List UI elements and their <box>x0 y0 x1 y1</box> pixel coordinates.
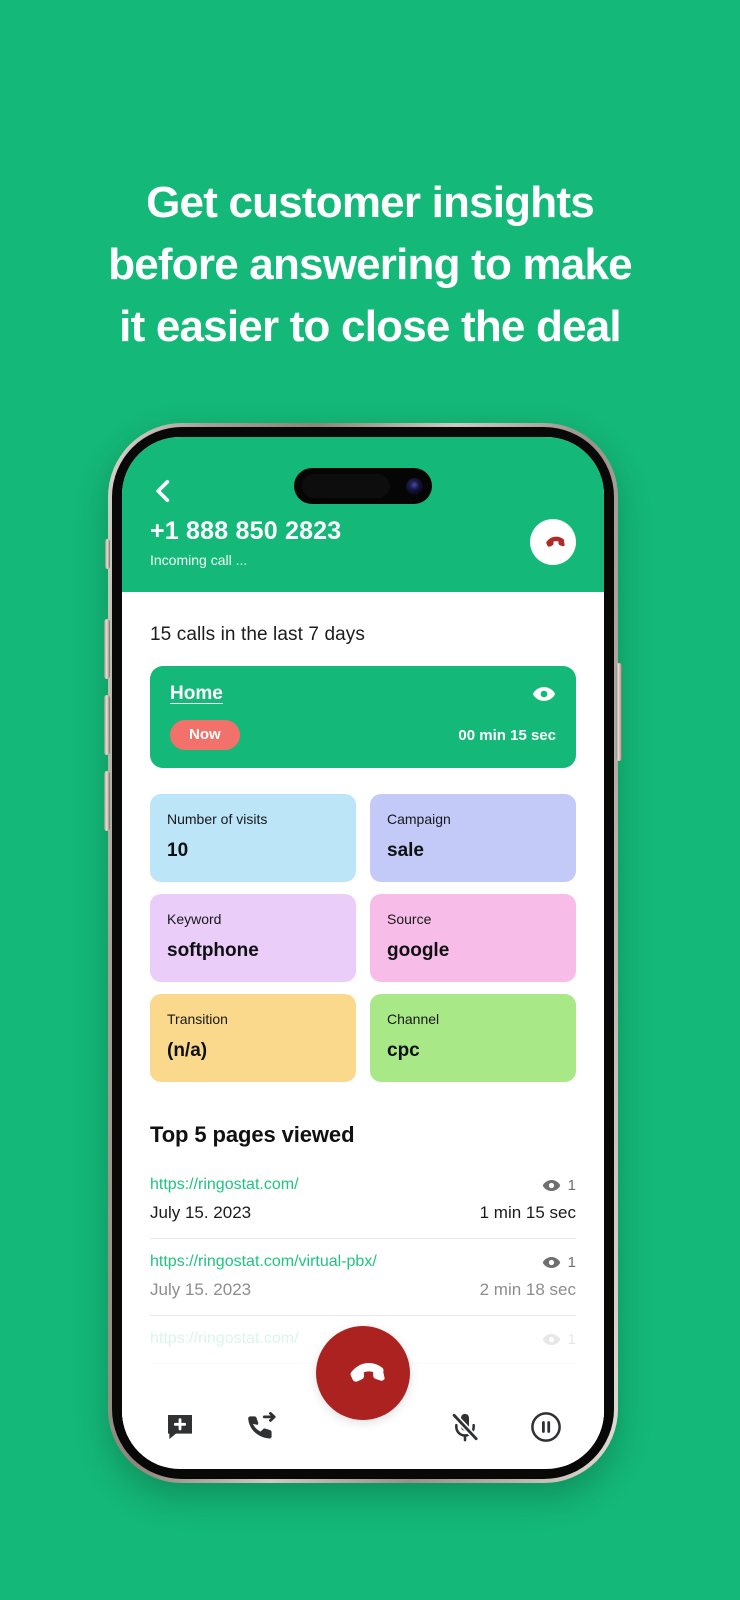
tile-value: softphone <box>167 940 259 961</box>
page-row[interactable]: https://ringostat.com/ 1 July 15. 2023 1… <box>150 1162 576 1239</box>
hangup-button-header[interactable] <box>530 519 576 565</box>
page-date: July 15. 2023 <box>150 1280 252 1299</box>
tile-label: Transition <box>167 1011 228 1027</box>
current-session-card[interactable]: Home Now 00 min 15 sec <box>150 666 576 768</box>
page-views: 1 <box>542 1331 576 1348</box>
phone-mockup: +1 888 850 2823 Incoming call ... 15 cal… <box>104 423 622 1483</box>
tile-label: Number of visits <box>167 811 268 827</box>
page-views-count: 1 <box>567 1176 576 1194</box>
status-badge-now: Now <box>170 720 240 750</box>
tile-label: Source <box>387 911 432 927</box>
page-date: July 15. 2023 <box>150 1203 252 1222</box>
page-url-link[interactable]: https://ringostat.com/ <box>150 1330 299 1348</box>
page-row-meta-line: July 15. 2023 2 min 18 sec <box>150 1271 576 1300</box>
session-duration: 00 min 15 sec <box>458 726 556 744</box>
tile-value: sale <box>387 840 424 861</box>
page-url-link[interactable]: https://ringostat.com/virtual-pbx/ <box>150 1253 377 1271</box>
tile-campaign: Campaign sale <box>370 794 576 882</box>
page-views-count: 1 <box>567 1253 576 1271</box>
pause-circle-icon <box>530 1412 561 1442</box>
add-note-button[interactable] <box>154 1401 206 1453</box>
page-row-meta-line: July 15. 2023 1 min 15 sec <box>150 1194 576 1223</box>
call-transfer-icon <box>248 1412 276 1439</box>
chevron-left-icon[interactable] <box>150 478 176 504</box>
call-details-body: 15 calls in the last 7 days Home Now 00 … <box>122 592 604 1466</box>
call-screen-header: +1 888 850 2823 Incoming call ... <box>122 437 604 592</box>
phone-screen: +1 888 850 2823 Incoming call ... 15 cal… <box>122 437 604 1469</box>
page-views: 1 <box>542 1254 576 1271</box>
microphone-muted-icon <box>449 1411 480 1443</box>
headline-line-1: Get customer insights <box>146 178 595 227</box>
tile-label: Channel <box>387 1011 440 1027</box>
tile-transition: Transition (n/a) <box>150 994 356 1082</box>
page-row-url-line: https://ringostat.com/virtual-pbx/ 1 <box>150 1253 576 1271</box>
call-transfer-button[interactable] <box>235 1401 287 1453</box>
hangup-button-main[interactable] <box>316 1326 410 1420</box>
tile-channel: Channel cpc <box>370 994 576 1082</box>
page-headline: Get customer insights before answering t… <box>0 172 740 358</box>
phone-hangup-icon <box>546 536 565 547</box>
tile-number-of-visits: Number of visits 10 <box>150 794 356 882</box>
front-camera-icon <box>406 477 423 495</box>
phone-volume-down-button[interactable] <box>104 695 110 755</box>
call-status-text: Incoming call ... <box>150 552 248 568</box>
top-pages-title: Top 5 pages viewed <box>150 1122 355 1147</box>
phone-silence-switch[interactable] <box>105 539 110 569</box>
caller-number: +1 888 850 2823 <box>150 517 342 545</box>
caller-info: +1 888 850 2823 Incoming call ... <box>150 516 341 570</box>
headline-line-3: it easier to close the deal <box>119 302 622 351</box>
calls-summary-text: 15 calls in the last 7 days <box>150 624 365 645</box>
phone-volume-down-button-2[interactable] <box>104 771 110 831</box>
phone-volume-up-button[interactable] <box>104 619 110 679</box>
tile-value: cpc <box>387 1040 420 1061</box>
session-card-bottom-row: Now 00 min 15 sec <box>170 720 556 750</box>
pause-call-button[interactable] <box>520 1401 572 1453</box>
page-views-count: 1 <box>567 1330 576 1348</box>
tile-label: Keyword <box>167 911 222 927</box>
eye-icon <box>542 1256 560 1268</box>
session-page-link[interactable]: Home <box>170 683 223 705</box>
session-card-top-row: Home <box>170 683 556 705</box>
tile-value: 10 <box>167 840 189 861</box>
eye-icon <box>533 687 555 701</box>
tile-value: google <box>387 940 450 961</box>
page-url-link[interactable]: https://ringostat.com/ <box>150 1176 299 1194</box>
mute-button[interactable] <box>439 1401 491 1453</box>
caller-info-row: +1 888 850 2823 Incoming call ... <box>150 516 576 570</box>
phone-power-button[interactable] <box>616 663 622 761</box>
tile-label: Campaign <box>387 811 451 827</box>
page-row-url-line: https://ringostat.com/ 1 <box>150 1176 576 1194</box>
tile-value: (n/a) <box>167 1040 208 1061</box>
dynamic-island-speaker <box>302 474 390 498</box>
page-row[interactable]: https://ringostat.com/virtual-pbx/ 1 Jul… <box>150 1239 576 1316</box>
tile-source: Source google <box>370 894 576 982</box>
message-add-icon <box>168 1415 193 1439</box>
page-views: 1 <box>542 1177 576 1194</box>
page-duration: 1 min 15 sec <box>479 1203 576 1222</box>
dynamic-island <box>294 468 432 504</box>
headline-line-2: before answering to make <box>108 240 632 289</box>
phone-hangup-icon <box>350 1363 385 1382</box>
eye-icon <box>542 1179 560 1191</box>
tile-keyword: Keyword softphone <box>150 894 356 982</box>
eye-icon <box>542 1333 560 1345</box>
page-duration: 2 min 18 sec <box>479 1280 576 1299</box>
attribution-tiles-grid: Number of visits 10 Campaign sale Keywor… <box>150 794 576 1082</box>
